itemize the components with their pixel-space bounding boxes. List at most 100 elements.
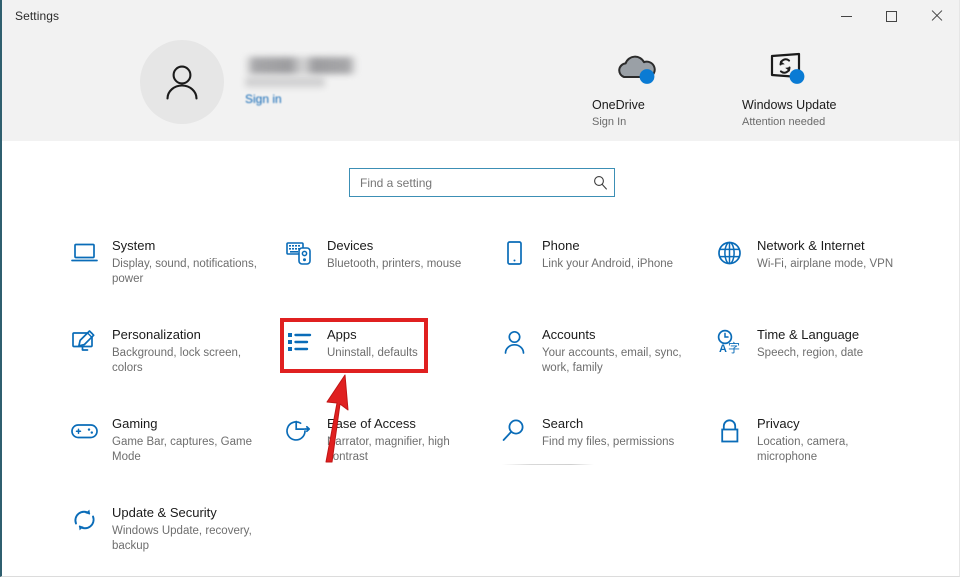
category-title: Devices (327, 238, 374, 253)
category-title: Personalization (112, 327, 201, 342)
sign-in-link[interactable]: Sign in (245, 92, 357, 106)
window-controls (824, 0, 959, 32)
search-box[interactable] (349, 168, 615, 197)
quick-actions: OneDrive Sign In Windows Update Attentio… (592, 44, 892, 128)
minimize-button[interactable] (824, 0, 869, 32)
category-subtitle: Narrator, magnifier, high contrast (327, 436, 450, 463)
category-text: Time & Language Speech, region, date (757, 327, 863, 361)
windows-update-icon (742, 44, 892, 86)
category-personalization[interactable]: Personalization Background, lock screen,… (70, 327, 285, 376)
account-text: Sign in (245, 40, 357, 106)
category-title: Privacy (757, 416, 800, 431)
category-apps[interactable]: Apps Uninstall, defaults (285, 327, 500, 361)
title-bar: Settings (2, 0, 959, 32)
category-title: Gaming (112, 416, 158, 431)
onedrive-cloud-icon (592, 44, 742, 86)
category-text: Search Find my files, permissions (542, 416, 674, 450)
account-email-blurred (245, 77, 325, 87)
category-time-language[interactable]: A 字 Time & Language Speech, region, date (715, 327, 930, 361)
category-subtitle: Wi-Fi, airplane mode, VPN (757, 258, 894, 270)
maximize-button[interactable] (869, 0, 914, 32)
close-button[interactable] (914, 0, 959, 32)
category-title: Search (542, 416, 584, 431)
category-text: Devices Bluetooth, printers, mouse (327, 238, 461, 272)
maximize-icon (886, 10, 897, 22)
category-subtitle: Game Bar, captures, Game Mode (112, 436, 252, 463)
category-ease-of-access[interactable]: Ease of Access Narrator, magnifier, high… (285, 416, 500, 465)
header-band: Sign in OneDrive Sign In Windows Update … (2, 32, 959, 141)
ease-of-access-icon (285, 416, 327, 444)
person-icon (166, 65, 198, 100)
gamepad-icon (70, 416, 112, 444)
category-text: Phone Link your Android, iPhone (542, 238, 673, 272)
category-gaming[interactable]: Gaming Game Bar, captures, Game Mode (70, 416, 285, 465)
category-title: Apps (327, 327, 357, 342)
category-accounts[interactable]: Accounts Your accounts, email, sync, wor… (500, 327, 715, 376)
category-subtitle: Bluetooth, printers, mouse (327, 258, 462, 270)
keyboard-mouse-icon (285, 238, 327, 266)
category-title: Phone (542, 238, 580, 253)
category-privacy[interactable]: Privacy Location, camera, microphone (715, 416, 930, 465)
globe-icon (715, 238, 757, 266)
section-divider (502, 464, 594, 465)
category-system[interactable]: System Display, sound, notifications, po… (70, 238, 285, 287)
search-input[interactable] (350, 175, 586, 190)
category-subtitle: Your accounts, email, sync, work, family (542, 347, 682, 374)
category-text: Update & Security Windows Update, recove… (112, 505, 260, 554)
category-text: Ease of Access Narrator, magnifier, high… (327, 416, 475, 465)
category-title: Accounts (542, 327, 596, 342)
close-icon (931, 10, 943, 22)
category-title: Network & Internet (757, 238, 865, 253)
settings-grid: System Display, sound, notifications, po… (70, 238, 950, 554)
phone-icon (500, 238, 542, 266)
account-name (245, 57, 357, 74)
refresh-shield-icon (70, 505, 112, 533)
category-subtitle: Link your Android, iPhone (542, 258, 674, 270)
category-title: Time & Language (757, 327, 860, 342)
category-devices[interactable]: Devices Bluetooth, printers, mouse (285, 238, 500, 272)
category-subtitle: Uninstall, defaults (327, 347, 418, 359)
settings-window: Settings Sign in OneDrive Sign In Window… (0, 0, 960, 577)
quick-item-onedrive[interactable]: OneDrive Sign In (592, 44, 742, 128)
clock-language-icon: A 字 (715, 327, 757, 355)
category-subtitle: Background, lock screen, colors (112, 347, 242, 374)
quick-item-subtitle: Attention needed (742, 116, 826, 128)
quick-item-subtitle: Sign In (592, 116, 627, 128)
account-section[interactable]: Sign in (140, 40, 357, 124)
category-title: System (112, 238, 156, 253)
category-title: Ease of Access (327, 416, 416, 431)
svg-text:A: A (719, 343, 727, 355)
category-text: Personalization Background, lock screen,… (112, 327, 260, 376)
avatar[interactable] (140, 40, 224, 124)
category-text: Network & Internet Wi-Fi, airplane mode,… (757, 238, 893, 272)
paintbrush-monitor-icon (70, 327, 112, 355)
category-phone[interactable]: Phone Link your Android, iPhone (500, 238, 715, 272)
category-network-internet[interactable]: Network & Internet Wi-Fi, airplane mode,… (715, 238, 930, 272)
laptop-icon (70, 238, 112, 266)
category-text: Privacy Location, camera, microphone (757, 416, 905, 465)
category-text: System Display, sound, notifications, po… (112, 238, 260, 287)
quick-item-title: Windows Update (742, 98, 837, 112)
category-subtitle: Display, sound, notifications, power (112, 258, 257, 285)
category-title: Update & Security (112, 505, 217, 520)
lock-icon (715, 416, 757, 444)
category-text: Accounts Your accounts, email, sync, wor… (542, 327, 690, 376)
svg-text:字: 字 (728, 340, 740, 355)
search-area (349, 168, 615, 197)
category-subtitle: Windows Update, recovery, backup (112, 525, 252, 552)
category-update-security[interactable]: Update & Security Windows Update, recove… (70, 505, 285, 554)
person-icon (500, 327, 542, 355)
search-icon[interactable] (586, 175, 614, 190)
window-title: Settings (15, 9, 60, 23)
category-subtitle: Speech, region, date (757, 347, 864, 359)
quick-item-windows-update[interactable]: Windows Update Attention needed (742, 44, 892, 128)
category-text: Apps Uninstall, defaults (327, 327, 418, 361)
category-text: Gaming Game Bar, captures, Game Mode (112, 416, 260, 465)
category-subtitle: Find my files, permissions (542, 436, 675, 448)
category-subtitle: Location, camera, microphone (757, 436, 849, 463)
magnifier-icon (500, 416, 542, 444)
minimize-icon (841, 15, 852, 17)
category-search[interactable]: Search Find my files, permissions (500, 416, 715, 450)
quick-item-title: OneDrive (592, 98, 645, 112)
app-list-icon (285, 327, 327, 355)
